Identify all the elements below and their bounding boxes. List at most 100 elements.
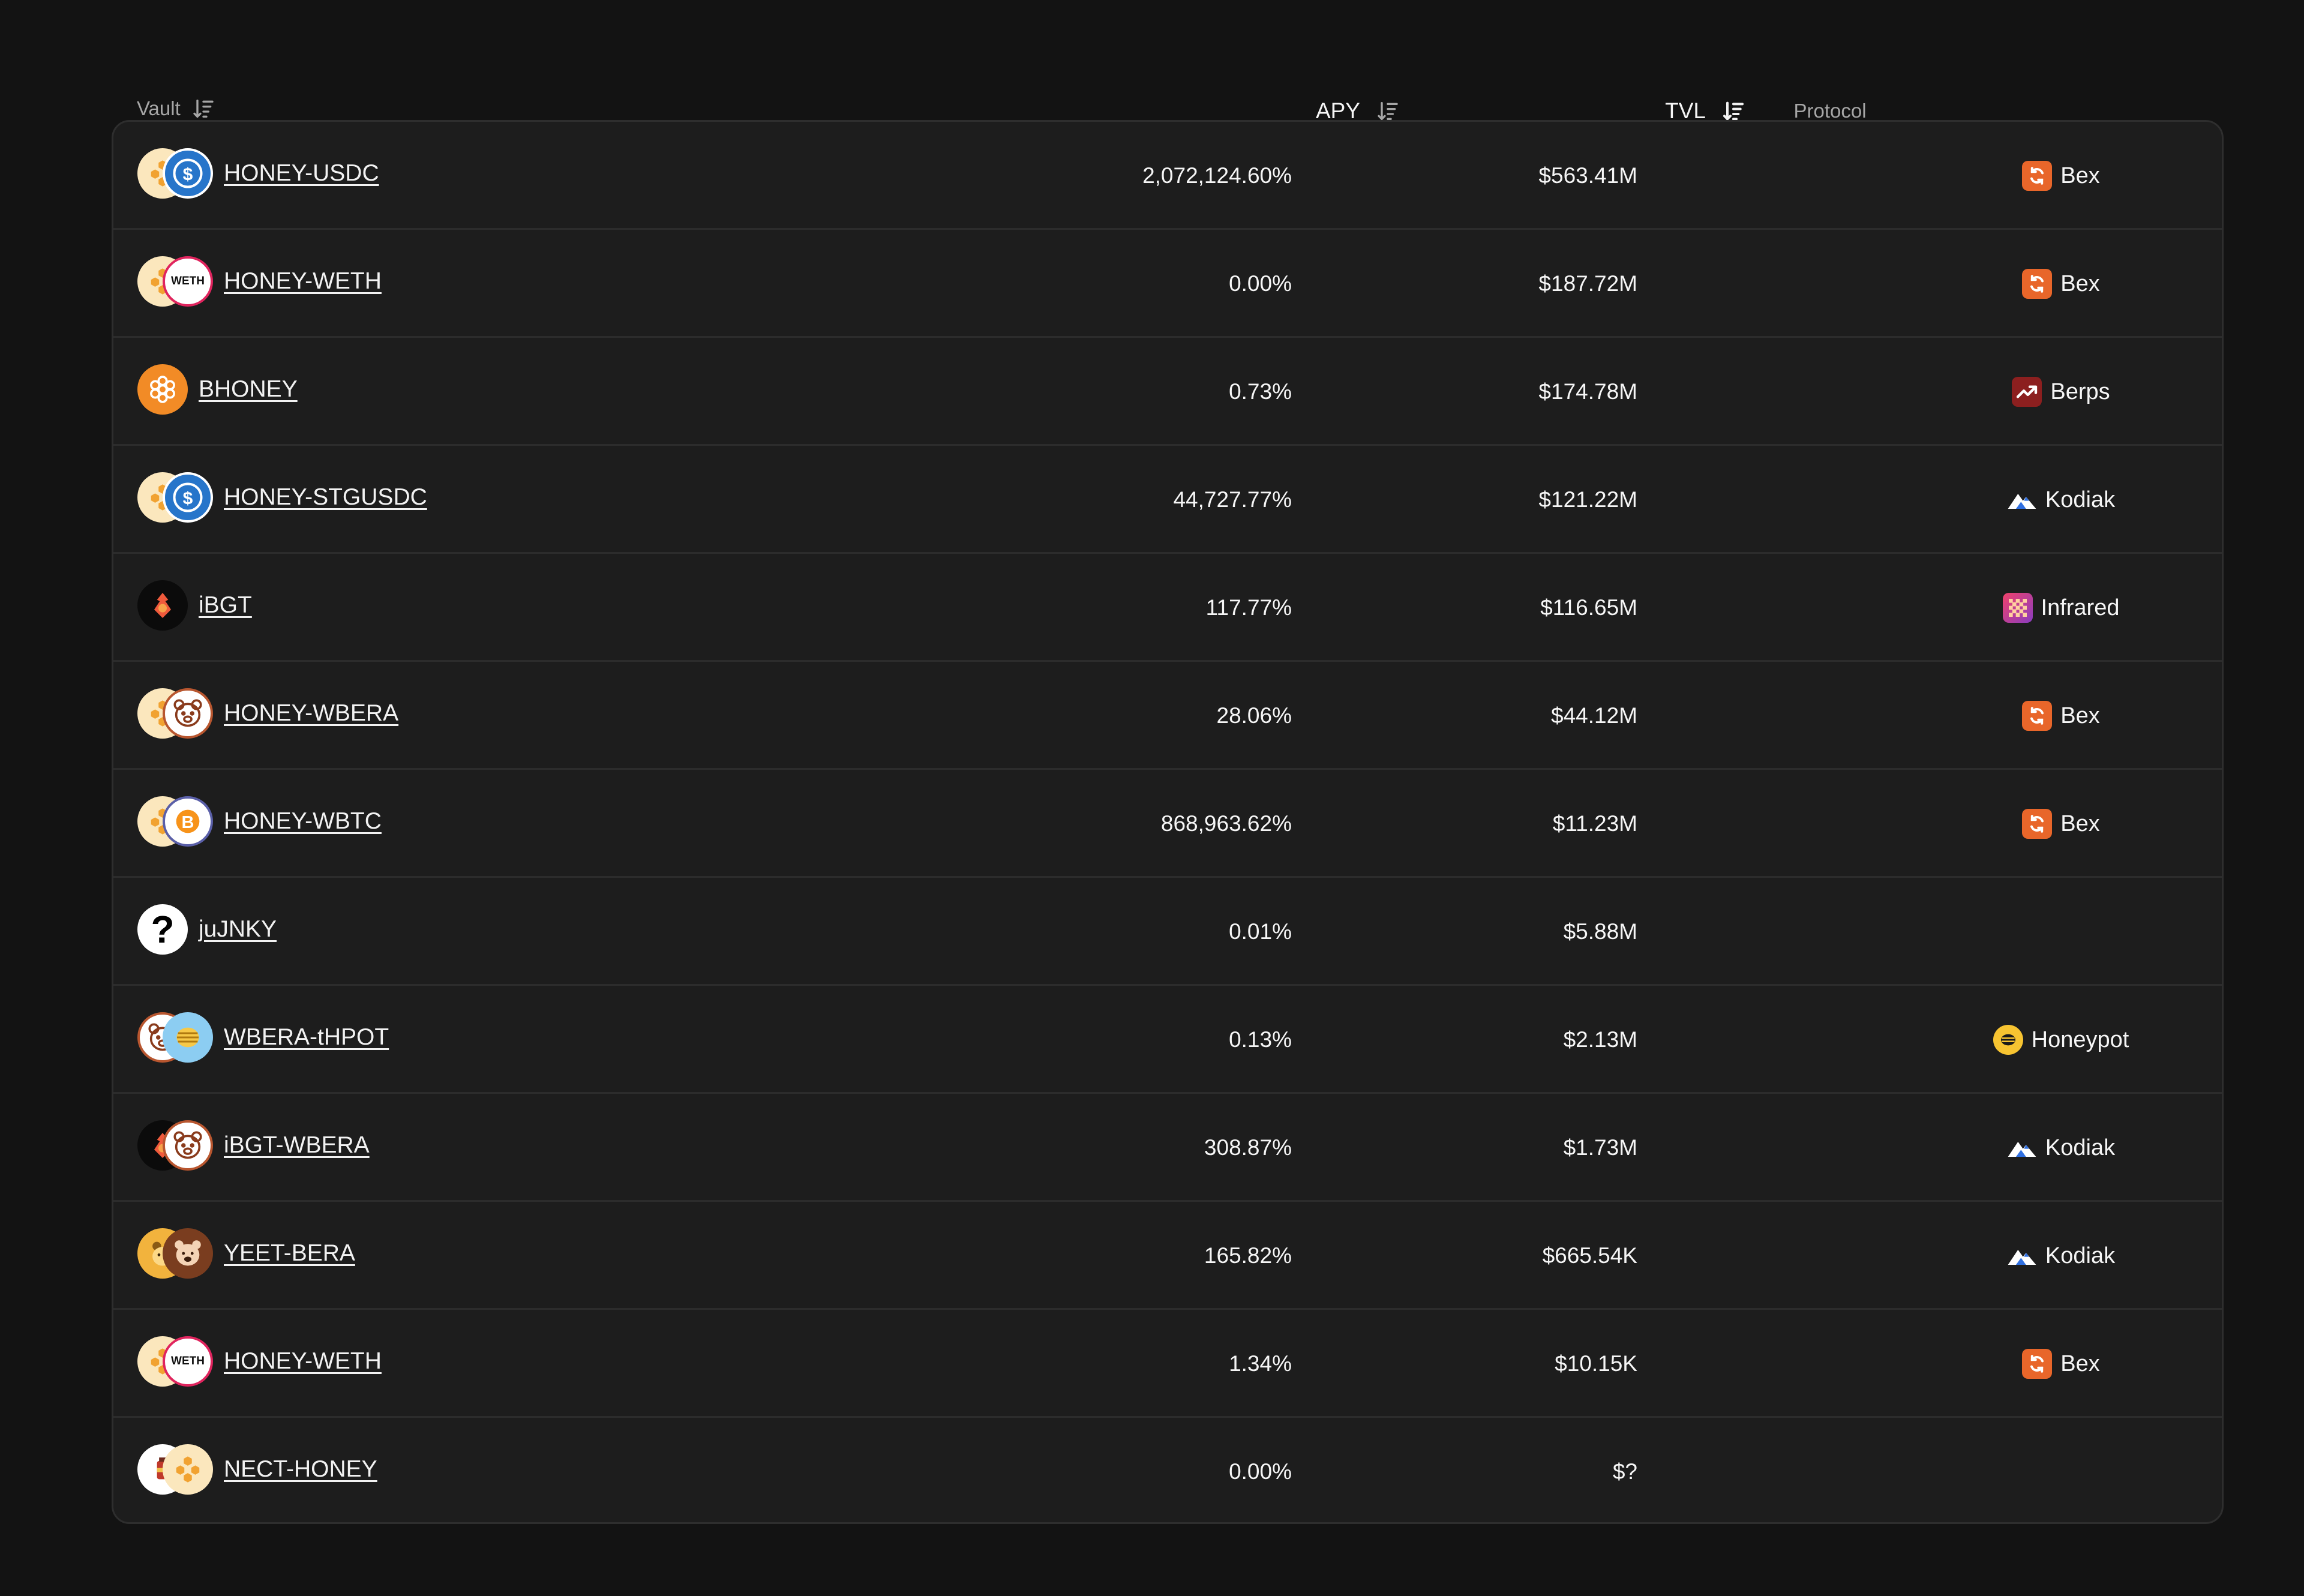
table-header: Vault APY TVL Protocol (112, 57, 2224, 123)
protocol-badge[interactable]: Infrared (2002, 593, 2119, 623)
vault-name-link[interactable]: HONEY-WETH (224, 1348, 382, 1375)
vaults-table: $ HONEY-USDC 2,072,124.60% $563.41M Bex WETH H… (112, 120, 2224, 1524)
apy-value: 117.77% (1205, 595, 1292, 620)
tvl-value: $? (1612, 1459, 1637, 1484)
vault-name-link[interactable]: iBGT (199, 592, 252, 619)
thpot-icon (163, 1012, 213, 1063)
protocol-badge[interactable]: Honeypot (1993, 1025, 2129, 1055)
vault-name-link[interactable]: BHONEY (199, 376, 298, 403)
vault-cell: $ HONEY-STGUSDC (137, 446, 427, 554)
honeypot-icon (1993, 1025, 2023, 1055)
usdc-icon: $ (163, 472, 213, 523)
tvl-value: $44.12M (1551, 703, 1637, 728)
protocol-badge[interactable]: Bex (2022, 701, 2100, 731)
bhoney-icon (137, 364, 188, 415)
tvl-value: $121.22M (1538, 487, 1637, 512)
table-row[interactable]: ? juJNKY 0.01% $5.88M (113, 878, 2222, 986)
table-row[interactable]: iBGT-WBERA 308.87% $1.73M Kodiak (113, 1094, 2222, 1202)
token-icons (137, 1012, 213, 1063)
vault-cell: HONEY-WBERA (137, 662, 398, 770)
bera-icon (163, 1228, 213, 1279)
kodiak-icon (2007, 1241, 2037, 1271)
svg-text:$: $ (183, 164, 193, 184)
token-icons (137, 688, 213, 739)
vault-name-link[interactable]: HONEY-USDC (224, 160, 379, 187)
bex-icon (2022, 701, 2053, 731)
vault-cell: NECT-HONEY (137, 1418, 377, 1522)
honey-icon (163, 1444, 213, 1495)
protocol-badge[interactable]: Bex (2022, 269, 2100, 299)
tvl-value: $1.73M (1563, 1135, 1637, 1160)
protocol-badge[interactable]: Kodiak (2007, 485, 2115, 515)
kodiak-icon (2007, 485, 2037, 515)
apy-value: 0.01% (1229, 919, 1292, 944)
berps-icon (2012, 377, 2042, 407)
wbera-icon (163, 688, 213, 739)
sort-icon[interactable] (1376, 99, 1400, 123)
vault-cell: B HONEY-WBTC (137, 770, 382, 878)
protocol-badge[interactable]: Bex (2022, 809, 2100, 839)
tvl-value: $665.54K (1542, 1243, 1637, 1268)
token-icons: $ (137, 472, 213, 523)
vault-name-link[interactable]: iBGT-WBERA (224, 1132, 370, 1159)
tvl-value: $563.41M (1538, 163, 1637, 188)
tvl-value: $174.78M (1538, 379, 1637, 404)
table-row[interactable]: WBERA-tHPOT 0.13% $2.13M Honeypot (113, 986, 2222, 1094)
protocol-name: Kodiak (2045, 487, 2116, 512)
apy-value: 0.73% (1229, 379, 1292, 404)
protocol-name: Bex (2060, 271, 2100, 296)
vault-name-link[interactable]: HONEY-STGUSDC (224, 484, 427, 511)
protocol-badge[interactable]: Bex (2022, 161, 2100, 191)
tvl-value: $5.88M (1563, 919, 1637, 944)
protocol-badge[interactable]: Bex (2022, 1349, 2100, 1379)
table-row[interactable]: iBGT 117.77% $116.65M Infrared (113, 554, 2222, 662)
token-icons: WETH (137, 1336, 213, 1387)
apy-value: 1.34% (1229, 1351, 1292, 1376)
table-row[interactable]: WETH HONEY-WETH 0.00% $187.72M Bex (113, 230, 2222, 338)
table-row[interactable]: BHONEY 0.73% $174.78M Berps (113, 338, 2222, 446)
tvl-value: $11.23M (1552, 811, 1637, 836)
protocol-badge[interactable]: Berps (2012, 377, 2110, 407)
vault-cell: WETH HONEY-WETH (137, 230, 382, 338)
vault-name-link[interactable]: WBERA-tHPOT (224, 1024, 389, 1051)
apy-value: 0.00% (1229, 1459, 1292, 1484)
token-icons: WETH (137, 256, 213, 307)
vault-name-link[interactable]: NECT-HONEY (224, 1456, 377, 1483)
infrared-icon (2002, 593, 2033, 623)
sort-icon[interactable] (191, 97, 215, 121)
sort-active-icon[interactable] (1721, 99, 1745, 123)
vault-header-label: Vault (137, 97, 181, 119)
bex-icon (2022, 809, 2053, 839)
protocol-badge[interactable]: Kodiak (2007, 1241, 2115, 1271)
vault-name-link[interactable]: YEET-BERA (224, 1240, 355, 1267)
wbtc-icon: B (163, 796, 213, 847)
protocol-name: Honeypot (2031, 1027, 2129, 1052)
table-row[interactable]: NECT-HONEY 0.00% $? (113, 1418, 2222, 1522)
table-row[interactable]: HONEY-WBERA 28.06% $44.12M Bex (113, 662, 2222, 770)
table-row[interactable]: WETH HONEY-WETH 1.34% $10.15K Bex (113, 1310, 2222, 1418)
table-row[interactable]: YEET-BERA 165.82% $665.54K Kodiak (113, 1202, 2222, 1310)
token-icons: B (137, 796, 213, 847)
table-row[interactable]: $ HONEY-USDC 2,072,124.60% $563.41M Bex (113, 122, 2222, 230)
wbera-icon (163, 1120, 213, 1171)
protocol-badge[interactable]: Kodiak (2007, 1133, 2115, 1163)
tvl-value: $187.72M (1538, 271, 1637, 296)
vault-name-link[interactable]: HONEY-WBERA (224, 700, 398, 727)
tvl-value: $2.13M (1563, 1027, 1637, 1052)
vault-cell: WETH HONEY-WETH (137, 1310, 382, 1418)
tvl-value: $10.15K (1555, 1351, 1637, 1376)
table-row[interactable]: $ HONEY-STGUSDC 44,727.77% $121.22M Kodiak (113, 446, 2222, 554)
table-row[interactable]: B HONEY-WBTC 868,963.62% $11.23M Bex (113, 770, 2222, 878)
kodiak-icon (2007, 1133, 2037, 1163)
apy-value: 868,963.62% (1160, 811, 1292, 836)
weth-icon: WETH (163, 1336, 213, 1387)
vault-cell: $ HONEY-USDC (137, 122, 379, 230)
token-icons: $ (137, 148, 213, 199)
vault-name-link[interactable]: juJNKY (199, 916, 277, 943)
vault-name-link[interactable]: HONEY-WBTC (224, 808, 382, 835)
unknown-token-icon: ? (137, 904, 188, 955)
vault-cell: iBGT (137, 554, 252, 662)
protocol-name: Kodiak (2045, 1243, 2116, 1268)
apy-value: 308.87% (1204, 1135, 1292, 1160)
vault-name-link[interactable]: HONEY-WETH (224, 268, 382, 295)
